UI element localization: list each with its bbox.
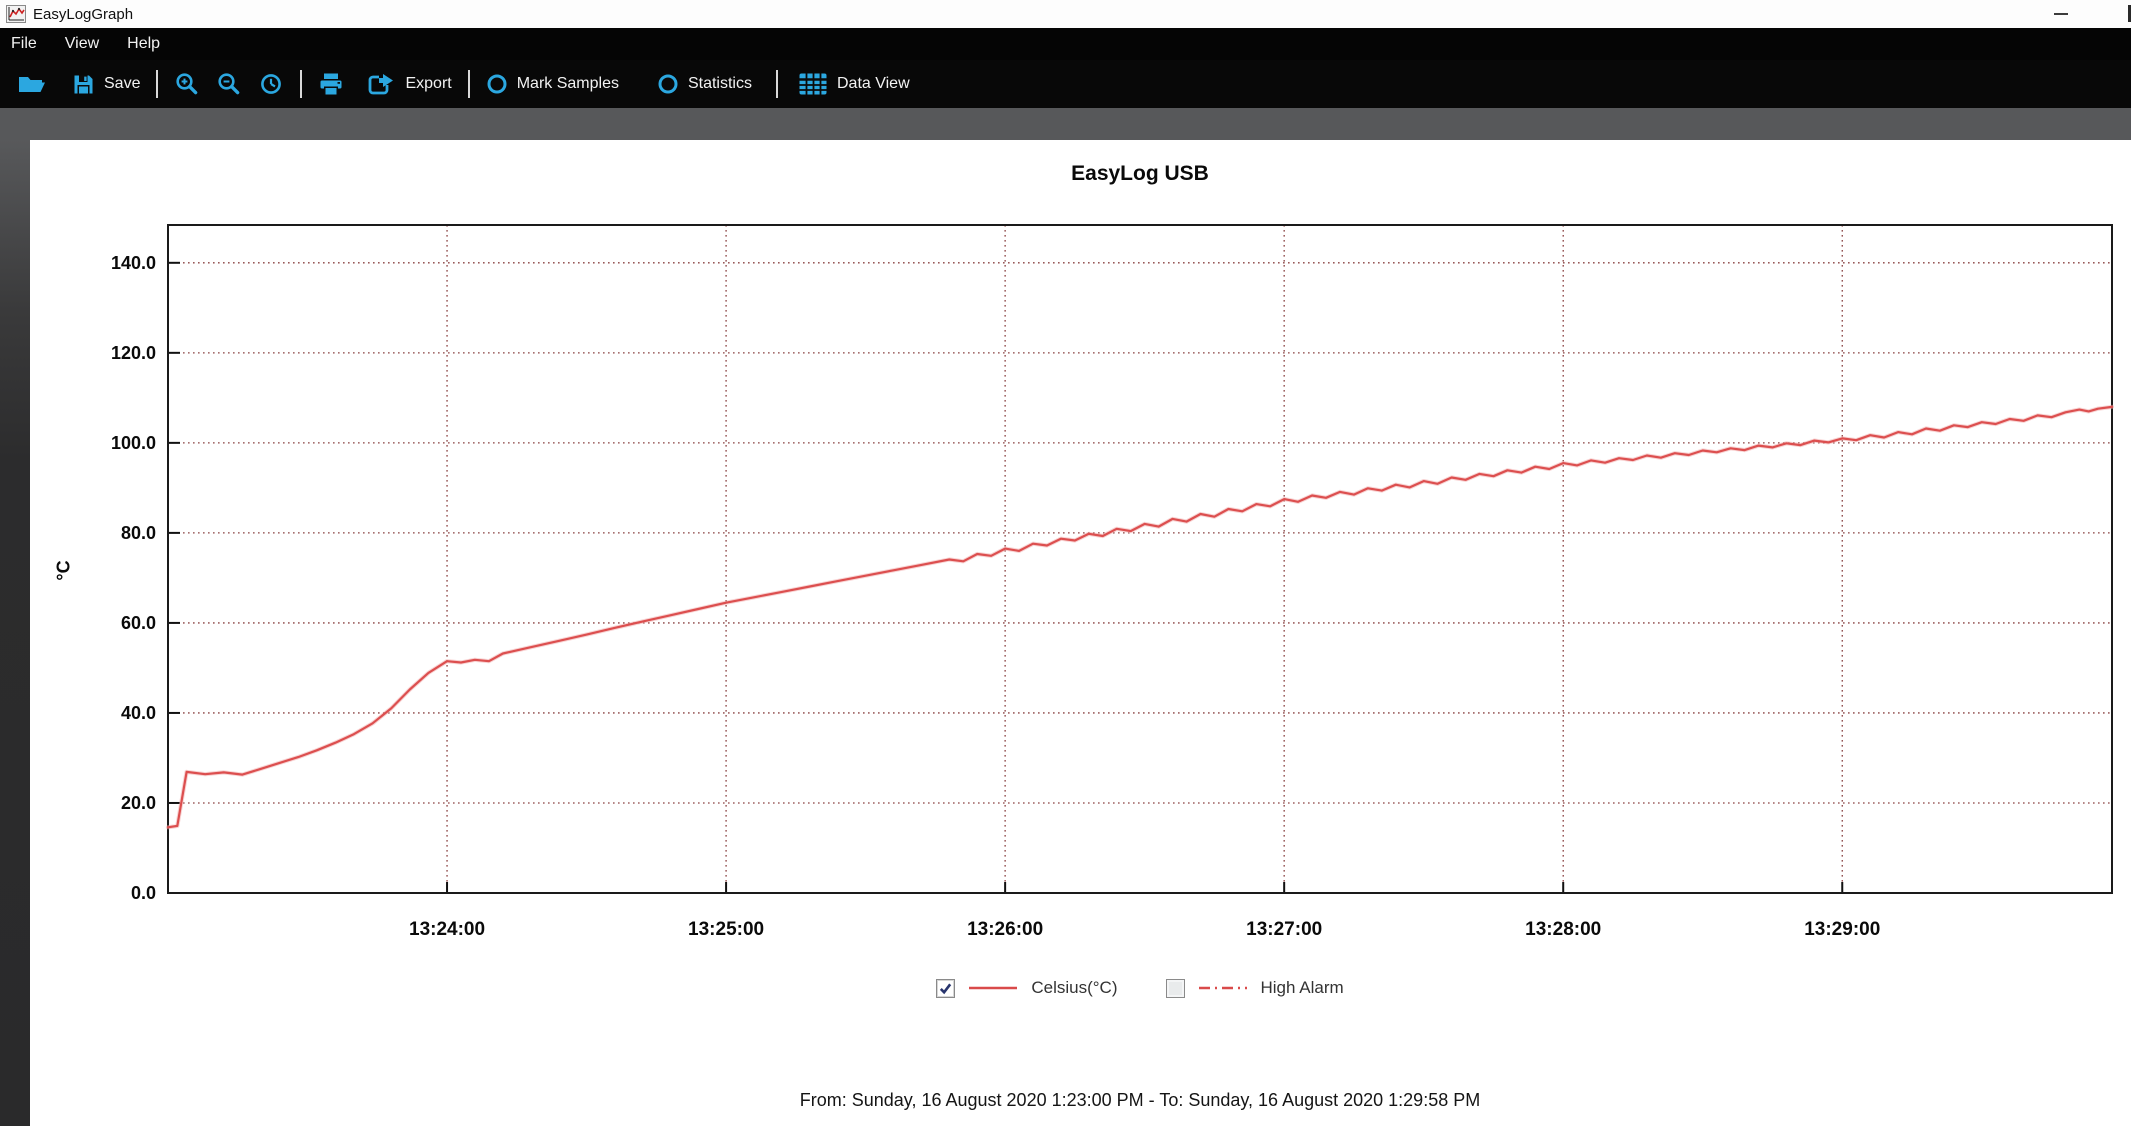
save-label: Save	[104, 75, 140, 93]
print-button[interactable]	[310, 68, 352, 100]
app-icon	[6, 5, 26, 23]
export-icon	[366, 72, 396, 97]
data-view-button[interactable]: Data View	[790, 68, 918, 100]
save-button[interactable]: Save	[64, 69, 148, 100]
toolbar-separator	[300, 70, 302, 98]
toolbar-separator	[468, 70, 470, 98]
checkmark-icon	[938, 981, 953, 996]
y-tick-label: 120.0	[111, 343, 156, 363]
y-tick-label: 60.0	[121, 613, 156, 633]
high-alarm-legend-label: High Alarm	[1261, 978, 1344, 998]
statistics-label: Statistics	[688, 75, 752, 93]
export-label: Export	[405, 75, 451, 93]
chart-legend: Celsius(°C) High Alarm	[168, 978, 2112, 998]
y-axis-title: °C	[54, 551, 75, 591]
x-tick-label: 13:25:00	[688, 919, 764, 940]
mark-samples-button[interactable]: Mark Samples	[478, 69, 627, 99]
zoom-out-icon	[216, 71, 242, 97]
celsius-checkbox[interactable]	[936, 979, 955, 998]
zoom-in-icon	[174, 71, 200, 97]
minimize-button[interactable]	[2043, 0, 2079, 28]
chart-panel: EasyLog USB 0.020.040.060.080.0100.0120.…	[30, 140, 2131, 1126]
x-tick-label: 13:27:00	[1246, 919, 1322, 940]
legend-item-celsius: Celsius(°C)	[936, 978, 1117, 998]
y-tick-label: 40.0	[121, 703, 156, 723]
celsius-legend-label: Celsius(°C)	[1031, 978, 1117, 998]
series-halo-0	[168, 407, 2112, 827]
data-view-icon	[798, 72, 828, 96]
x-tick-label: 13:28:00	[1525, 919, 1601, 940]
toolbar-separator	[156, 70, 158, 98]
y-tick-label: 0.0	[131, 883, 156, 903]
menu-bar: File View Help	[0, 28, 2131, 60]
frame-band	[0, 108, 2131, 140]
statistics-icon	[657, 73, 679, 95]
plot-border	[168, 225, 2112, 893]
series-line-0	[168, 407, 2112, 827]
time-range-button[interactable]	[250, 67, 292, 101]
export-button[interactable]: Export	[358, 68, 459, 101]
x-tick-label: 13:26:00	[967, 919, 1043, 940]
open-button[interactable]	[8, 68, 54, 100]
zoom-out-button[interactable]	[208, 67, 250, 101]
high-alarm-line-swatch	[1197, 985, 1249, 991]
window-title: EasyLogGraph	[33, 6, 133, 23]
x-tick-label: 13:24:00	[409, 919, 485, 940]
menu-help[interactable]: Help	[113, 28, 174, 60]
statistics-button[interactable]: Statistics	[649, 69, 760, 99]
zoom-in-button[interactable]	[166, 67, 208, 101]
y-tick-label: 140.0	[111, 253, 156, 273]
open-folder-icon	[16, 72, 46, 96]
toolbar-separator	[776, 70, 778, 98]
printer-icon	[318, 72, 344, 96]
data-view-label: Data View	[837, 75, 910, 93]
celsius-line-swatch	[967, 985, 1019, 991]
mark-samples-icon	[486, 73, 508, 95]
title-bar: EasyLogGraph	[0, 0, 2131, 28]
y-tick-label: 80.0	[121, 523, 156, 543]
clock-icon	[258, 71, 284, 97]
menu-file[interactable]: File	[0, 28, 51, 60]
mark-samples-label: Mark Samples	[517, 75, 619, 93]
frame-left-margin	[0, 140, 30, 1126]
y-tick-label: 100.0	[111, 433, 156, 453]
legend-item-high-alarm: High Alarm	[1166, 978, 1344, 998]
menu-view[interactable]: View	[51, 28, 113, 60]
x-tick-label: 13:29:00	[1804, 919, 1880, 940]
save-icon	[72, 73, 95, 96]
date-range-caption: From: Sunday, 16 August 2020 1:23:00 PM …	[168, 1090, 2112, 1111]
toolbar: Save	[0, 60, 2131, 108]
y-tick-label: 20.0	[121, 793, 156, 813]
high-alarm-checkbox[interactable]	[1166, 979, 1185, 998]
